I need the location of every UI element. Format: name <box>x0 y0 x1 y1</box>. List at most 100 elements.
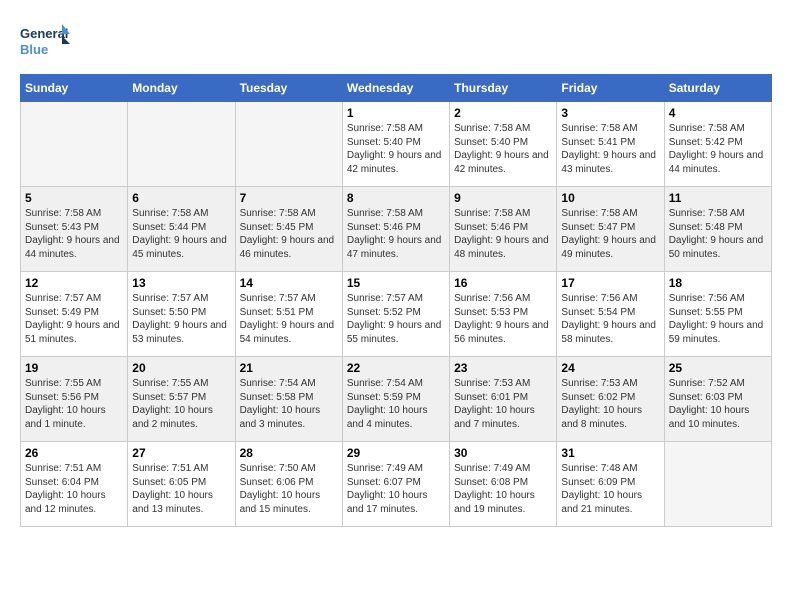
day-number: 31 <box>561 446 659 460</box>
logo: General Blue <box>20 20 70 64</box>
calendar-header-monday: Monday <box>128 75 235 102</box>
day-number: 17 <box>561 276 659 290</box>
day-detail: Sunrise: 7:58 AMSunset: 5:47 PMDaylight:… <box>561 207 659 261</box>
day-detail: Sunrise: 7:57 AMSunset: 5:52 PMDaylight:… <box>347 292 445 346</box>
calendar-cell: 12 Sunrise: 7:57 AMSunset: 5:49 PMDayligh… <box>21 272 128 357</box>
day-number: 3 <box>561 106 659 120</box>
calendar-cell: 2 Sunrise: 7:58 AMSunset: 5:40 PMDaylight… <box>450 102 557 187</box>
day-detail: Sunrise: 7:58 AMSunset: 5:40 PMDaylight:… <box>347 122 445 176</box>
svg-text:Blue: Blue <box>20 42 48 57</box>
day-number: 23 <box>454 361 552 375</box>
calendar-cell: 23Sunrise: 7:53 AMSunset: 6:01 PMDayligh… <box>450 357 557 442</box>
day-detail: Sunrise: 7:58 AMSunset: 5:48 PMDaylight:… <box>669 207 767 261</box>
day-number: 10 <box>561 191 659 205</box>
day-detail: Sunrise: 7:58 AMSunset: 5:44 PMDaylight:… <box>132 207 230 261</box>
calendar-cell: 20 Sunrise: 7:55 AMSunset: 5:57 PMDayligh… <box>128 357 235 442</box>
calendar-header-tuesday: Tuesday <box>235 75 342 102</box>
day-detail: Sunrise: 7:54 AMSunset: 5:59 PMDaylight:… <box>347 377 445 431</box>
day-detail: Sunrise: 7:52 AMSunset: 6:03 PMDaylight:… <box>669 377 767 431</box>
day-number: 2 <box>454 106 552 120</box>
day-number: 16 <box>454 276 552 290</box>
calendar-cell: 15 Sunrise: 7:57 AMSunset: 5:52 PMDayligh… <box>342 272 449 357</box>
calendar-cell: 4 Sunrise: 7:58 AMSunset: 5:42 PMDaylight… <box>664 102 771 187</box>
calendar-cell <box>664 442 771 527</box>
calendar-cell: 14 Sunrise: 7:57 AMSunset: 5:51 PMDayligh… <box>235 272 342 357</box>
calendar-cell: 31Sunrise: 7:48 AMSunset: 6:09 PMDayligh… <box>557 442 664 527</box>
day-number: 9 <box>454 191 552 205</box>
day-number: 30 <box>454 446 552 460</box>
calendar-cell: 9Sunrise: 7:58 AMSunset: 5:46 PMDaylight… <box>450 187 557 272</box>
day-number: 7 <box>240 191 338 205</box>
calendar-week-row: 5Sunrise: 7:58 AMSunset: 5:43 PMDaylight… <box>21 187 772 272</box>
day-detail: Sunrise: 7:56 AMSunset: 5:53 PMDaylight:… <box>454 292 552 346</box>
day-number: 1 <box>347 106 445 120</box>
day-number: 26 <box>25 446 123 460</box>
calendar-cell <box>235 102 342 187</box>
day-detail: Sunrise: 7:56 AMSunset: 5:54 PMDaylight:… <box>561 292 659 346</box>
day-detail: Sunrise: 7:51 AMSunset: 6:04 PMDaylight:… <box>25 462 123 516</box>
calendar-cell: 24Sunrise: 7:53 AMSunset: 6:02 PMDayligh… <box>557 357 664 442</box>
day-detail: Sunrise: 7:58 AMSunset: 5:43 PMDaylight:… <box>25 207 123 261</box>
calendar-cell: 17 Sunrise: 7:56 AMSunset: 5:54 PMDayligh… <box>557 272 664 357</box>
calendar-week-row: 19Sunrise: 7:55 AMSunset: 5:56 PMDayligh… <box>21 357 772 442</box>
day-number: 14 <box>240 276 338 290</box>
calendar-cell: 11 Sunrise: 7:58 AMSunset: 5:48 PMDayligh… <box>664 187 771 272</box>
day-detail: Sunrise: 7:51 AMSunset: 6:05 PMDaylight:… <box>132 462 230 516</box>
day-number: 8 <box>347 191 445 205</box>
day-number: 11 <box>669 191 767 205</box>
page-header: General Blue <box>20 20 772 64</box>
calendar-week-row: 12 Sunrise: 7:57 AMSunset: 5:49 PMDayligh… <box>21 272 772 357</box>
day-detail: Sunrise: 7:49 AMSunset: 6:08 PMDaylight:… <box>454 462 552 516</box>
day-detail: Sunrise: 7:58 AMSunset: 5:40 PMDaylight:… <box>454 122 552 176</box>
svg-text:General: General <box>20 26 68 41</box>
day-detail: Sunrise: 7:55 AMSunset: 5:57 PMDaylight:… <box>132 377 230 431</box>
calendar-cell: 22 Sunrise: 7:54 AMSunset: 5:59 PMDayligh… <box>342 357 449 442</box>
day-number: 13 <box>132 276 230 290</box>
calendar-cell: 26 Sunrise: 7:51 AMSunset: 6:04 PMDayligh… <box>21 442 128 527</box>
day-number: 21 <box>240 361 338 375</box>
calendar-cell: 21 Sunrise: 7:54 AMSunset: 5:58 PMDayligh… <box>235 357 342 442</box>
day-detail: Sunrise: 7:49 AMSunset: 6:07 PMDaylight:… <box>347 462 445 516</box>
calendar-week-row: 26 Sunrise: 7:51 AMSunset: 6:04 PMDayligh… <box>21 442 772 527</box>
calendar-cell <box>128 102 235 187</box>
day-number: 20 <box>132 361 230 375</box>
calendar-cell: 10 Sunrise: 7:58 AMSunset: 5:47 PMDayligh… <box>557 187 664 272</box>
calendar-cell: 29 Sunrise: 7:49 AMSunset: 6:07 PMDayligh… <box>342 442 449 527</box>
calendar-cell: 25 Sunrise: 7:52 AMSunset: 6:03 PMDayligh… <box>664 357 771 442</box>
calendar-cell: 30 Sunrise: 7:49 AMSunset: 6:08 PMDayligh… <box>450 442 557 527</box>
calendar-header-friday: Friday <box>557 75 664 102</box>
day-number: 4 <box>669 106 767 120</box>
day-number: 24 <box>561 361 659 375</box>
calendar-header-thursday: Thursday <box>450 75 557 102</box>
day-number: 28 <box>240 446 338 460</box>
day-detail: Sunrise: 7:58 AMSunset: 5:42 PMDaylight:… <box>669 122 767 176</box>
logo-svg: General Blue <box>20 20 70 64</box>
calendar-header-wednesday: Wednesday <box>342 75 449 102</box>
day-detail: Sunrise: 7:56 AMSunset: 5:55 PMDaylight:… <box>669 292 767 346</box>
day-number: 18 <box>669 276 767 290</box>
calendar-cell: 6 Sunrise: 7:58 AMSunset: 5:44 PMDaylight… <box>128 187 235 272</box>
day-number: 15 <box>347 276 445 290</box>
day-number: 29 <box>347 446 445 460</box>
calendar-cell: 7 Sunrise: 7:58 AMSunset: 5:45 PMDaylight… <box>235 187 342 272</box>
calendar-cell: 28Sunrise: 7:50 AMSunset: 6:06 PMDayligh… <box>235 442 342 527</box>
calendar-cell: 18 Sunrise: 7:56 AMSunset: 5:55 PMDayligh… <box>664 272 771 357</box>
day-detail: Sunrise: 7:58 AMSunset: 5:45 PMDaylight:… <box>240 207 338 261</box>
day-number: 12 <box>25 276 123 290</box>
day-detail: Sunrise: 7:57 AMSunset: 5:51 PMDaylight:… <box>240 292 338 346</box>
calendar-cell: 13 Sunrise: 7:57 AMSunset: 5:50 PMDayligh… <box>128 272 235 357</box>
day-detail: Sunrise: 7:57 AMSunset: 5:49 PMDaylight:… <box>25 292 123 346</box>
day-number: 22 <box>347 361 445 375</box>
calendar-week-row: 1 Sunrise: 7:58 AMSunset: 5:40 PMDaylight… <box>21 102 772 187</box>
day-number: 6 <box>132 191 230 205</box>
calendar-table: SundayMondayTuesdayWednesdayThursdayFrid… <box>20 74 772 527</box>
calendar-cell <box>21 102 128 187</box>
day-number: 25 <box>669 361 767 375</box>
calendar-cell: 8 Sunrise: 7:58 AMSunset: 5:46 PMDaylight… <box>342 187 449 272</box>
calendar-cell: 1 Sunrise: 7:58 AMSunset: 5:40 PMDaylight… <box>342 102 449 187</box>
day-detail: Sunrise: 7:54 AMSunset: 5:58 PMDaylight:… <box>240 377 338 431</box>
day-detail: Sunrise: 7:58 AMSunset: 5:46 PMDaylight:… <box>347 207 445 261</box>
calendar-header-sunday: Sunday <box>21 75 128 102</box>
calendar-header-row: SundayMondayTuesdayWednesdayThursdayFrid… <box>21 75 772 102</box>
day-detail: Sunrise: 7:57 AMSunset: 5:50 PMDaylight:… <box>132 292 230 346</box>
